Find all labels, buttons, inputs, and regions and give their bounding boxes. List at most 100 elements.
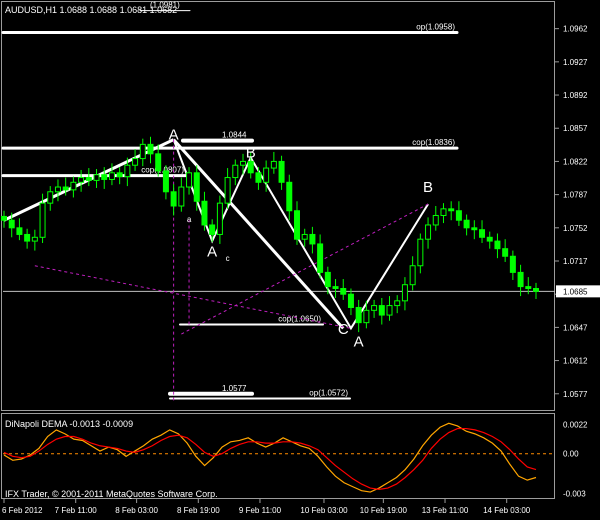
price-bar-body [417, 238, 424, 267]
price-bar-body [263, 167, 270, 183]
price-bar-body [525, 286, 532, 290]
price-bar-body [363, 309, 370, 324]
price-tick-label: 1.0787 [563, 191, 588, 200]
price-bar-body [309, 233, 316, 245]
dema-slow-line [3, 427, 537, 490]
price-bar-body [340, 288, 347, 295]
time-tick-label: 6 Feb 2012 [2, 506, 43, 515]
price-bar-body [270, 160, 277, 169]
price-bar-body [101, 174, 108, 180]
price-bar-body [186, 172, 193, 188]
price-bar-body [293, 210, 300, 240]
price-bar-body [440, 208, 447, 216]
level-label: op(1.0958) [416, 22, 455, 31]
pattern-label: A [207, 243, 217, 260]
time-tick-label: 10 Feb 03:00 [300, 506, 348, 515]
price-bar-body [332, 286, 339, 290]
pattern-label: a [187, 215, 192, 224]
price-bar-body [170, 191, 177, 207]
price-bar-body [216, 202, 223, 235]
dema-indicator-layer: 0.0022 0.00 -0.003 [3, 421, 588, 498]
price-bar-body [39, 202, 46, 238]
price-bar-body [347, 293, 354, 308]
price-bar-body [31, 236, 38, 242]
pattern-label: c [226, 254, 230, 263]
price-bar-body [486, 236, 493, 242]
price-tick-label: 1.0752 [563, 224, 588, 233]
price-bar-body [47, 191, 54, 204]
indicator-tick-label: 0.0022 [563, 421, 588, 430]
price-bar-body [232, 164, 239, 179]
price-bar-body [324, 271, 331, 288]
price-tick-label: 1.0717 [563, 257, 588, 266]
time-axis: 6 Feb 2012 7 Feb 11:00 8 Feb 03:00 8 Feb 19… [2, 499, 531, 515]
price-bar-body [147, 143, 154, 155]
price-bar-body [317, 243, 324, 273]
price-tick-label: 1.0927 [563, 58, 588, 67]
price-bar-body [455, 210, 462, 221]
chart-canvas: op(1.0958)cop(1.0836)1.0844cop(1.0807)co… [1, 1, 600, 515]
price-bar-body [386, 305, 393, 316]
time-tick-label: 13 Feb 11:00 [422, 506, 469, 515]
price-bar-body [517, 271, 524, 288]
price-bar-body [124, 164, 131, 178]
price-bar-body [108, 172, 115, 180]
time-tick-label: 14 Feb 03:00 [483, 506, 531, 515]
footer-copyright: IFX Trader, © 2001-2011 MetaQuotes Softw… [5, 489, 218, 499]
price-bar-body [8, 219, 15, 229]
pattern-label: B [246, 145, 256, 162]
price-tick-label: 1.0857 [563, 124, 588, 133]
price-tick-label: 1.0612 [563, 357, 588, 366]
price-bar-body [401, 284, 408, 302]
pattern-label: A [169, 127, 179, 144]
price-bar-body [16, 227, 23, 235]
price-bars-layer [1, 136, 539, 333]
price-bar-body [62, 186, 69, 191]
price-bar-body [224, 177, 231, 204]
price-bar-body [425, 224, 432, 240]
price-tick-label: 1.0577 [563, 390, 588, 399]
price-bar-body [255, 172, 262, 183]
price-bar-body [54, 186, 61, 193]
price-bar-body [409, 265, 416, 286]
price-bar-body [301, 233, 308, 240]
price-bar-body [355, 306, 362, 324]
level-label: cop(1.0807) [141, 166, 184, 175]
price-bar-body [240, 160, 247, 166]
price-bar-body [1, 215, 7, 221]
level-label: cop(1.0836) [412, 138, 455, 147]
pattern-label: B [423, 179, 433, 196]
time-tick-label: 8 Feb 03:00 [115, 506, 158, 515]
price-bar-body [371, 305, 378, 311]
chart-window: op(1.0958) cop(1.0836) 1.0844 cop(1.0807) co… [0, 0, 600, 520]
price-bar-body [286, 181, 293, 212]
price-bar-body [78, 177, 85, 183]
price-bar-body [24, 233, 31, 242]
current-price-label: 1.0685 [563, 287, 588, 296]
time-tick-label: 9 Feb 11:00 [239, 506, 282, 515]
level-lines-layer: op(1.0958)cop(1.0836)1.0844cop(1.0807)co… [1, 1, 555, 400]
pattern-label: A [354, 333, 364, 350]
price-bar-body [278, 160, 285, 183]
price-bar-body [378, 305, 385, 316]
price-tick-label: 1.0892 [563, 91, 588, 100]
price-bar-body [139, 143, 146, 160]
price-bar-body [178, 186, 185, 207]
price-bar-body [93, 174, 100, 181]
level-label: cop(1.0650) [278, 315, 321, 324]
price-bar-body [209, 224, 216, 235]
price-bar-body [479, 229, 486, 238]
symbol-header: AUDUSD,H1 1.0688 1.0688 1.0681 1.0682 [5, 5, 177, 15]
level-label: 1.0844 [222, 131, 247, 140]
price-bar-body [533, 288, 539, 292]
indicator-tick-label: -0.003 [563, 489, 586, 498]
price-bar-body [201, 200, 208, 226]
price-bar-body [509, 255, 516, 273]
price-bar-body [247, 160, 254, 174]
pattern-label: C [338, 321, 349, 338]
pattern-lines-layer [3, 138, 429, 401]
price-bar-body [132, 158, 139, 166]
price-bar-body [155, 153, 162, 172]
level-label: op(1.0572) [309, 389, 348, 398]
price-bar-body [502, 248, 509, 257]
